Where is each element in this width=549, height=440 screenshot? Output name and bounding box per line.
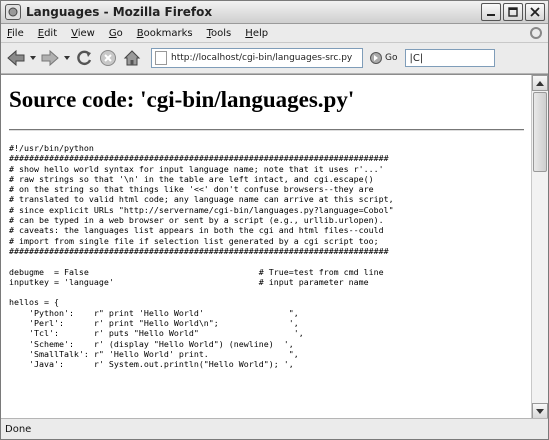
reload-button[interactable] xyxy=(73,47,95,69)
url-text: http://localhost/cgi-bin/languages-src.p… xyxy=(171,53,353,63)
throbber-icon xyxy=(530,27,542,39)
stop-icon xyxy=(100,50,116,66)
minimize-icon xyxy=(487,14,495,16)
page-title: Source code: 'cgi-bin/languages.py' xyxy=(9,87,355,112)
scroll-down-icon xyxy=(536,408,544,414)
scroll-down-button[interactable] xyxy=(532,403,548,419)
scrollbar-thumb[interactable] xyxy=(533,92,547,172)
home-button[interactable] xyxy=(121,47,143,69)
page-content: Source code: 'cgi-bin/languages.py' #!/u… xyxy=(1,75,532,419)
dropdown-icon xyxy=(30,56,36,60)
page-icon xyxy=(155,51,167,65)
stop-button[interactable] xyxy=(97,47,119,69)
firefox-icon xyxy=(5,4,21,20)
scroll-up-button[interactable] xyxy=(532,75,548,91)
source-code-block: #!/usr/bin/python ######################… xyxy=(9,143,394,370)
menu-edit[interactable]: Edit xyxy=(32,28,65,39)
menu-help[interactable]: Help xyxy=(239,28,276,39)
maximize-icon xyxy=(508,7,518,17)
maximize-button[interactable] xyxy=(503,3,523,21)
search-value: |C| xyxy=(409,52,424,64)
menu-bar: File Edit View Go Bookmarks Tools Help xyxy=(1,24,548,43)
status-bar: Done xyxy=(1,418,548,439)
close-button[interactable] xyxy=(525,3,545,21)
back-dropdown[interactable] xyxy=(29,47,37,69)
back-button[interactable] xyxy=(5,47,27,69)
go-arrow-icon xyxy=(370,52,382,64)
menu-go[interactable]: Go xyxy=(103,28,131,39)
page-viewport: Source code: 'cgi-bin/languages.py' #!/u… xyxy=(1,74,548,419)
menu-tools[interactable]: Tools xyxy=(201,28,240,39)
vertical-scrollbar[interactable] xyxy=(531,75,548,419)
navigation-toolbar: http://localhost/cgi-bin/languages-src.p… xyxy=(1,43,548,74)
minimize-button[interactable] xyxy=(481,3,501,21)
status-text: Done xyxy=(5,423,32,435)
forward-button[interactable] xyxy=(39,47,61,69)
go-button[interactable]: Go xyxy=(370,52,397,64)
search-field[interactable]: |C| xyxy=(405,49,496,67)
address-bar[interactable]: http://localhost/cgi-bin/languages-src.p… xyxy=(151,48,363,68)
menu-bookmarks[interactable]: Bookmarks xyxy=(131,28,201,39)
browser-window: Languages - Mozilla Firefox File Edit Vi… xyxy=(0,0,549,440)
home-icon xyxy=(123,50,141,66)
scroll-up-icon xyxy=(536,80,544,86)
title-bar: Languages - Mozilla Firefox xyxy=(1,1,548,24)
forward-arrow-icon xyxy=(41,49,59,67)
dropdown-icon xyxy=(64,56,70,60)
close-icon xyxy=(530,7,540,17)
menu-view[interactable]: View xyxy=(65,28,103,39)
forward-dropdown[interactable] xyxy=(63,47,71,69)
window-title: Languages - Mozilla Firefox xyxy=(26,5,213,19)
reload-icon xyxy=(77,50,92,66)
horizontal-rule xyxy=(9,129,524,131)
back-arrow-icon xyxy=(7,49,25,67)
go-label: Go xyxy=(385,53,398,63)
menu-file[interactable]: File xyxy=(1,28,32,39)
